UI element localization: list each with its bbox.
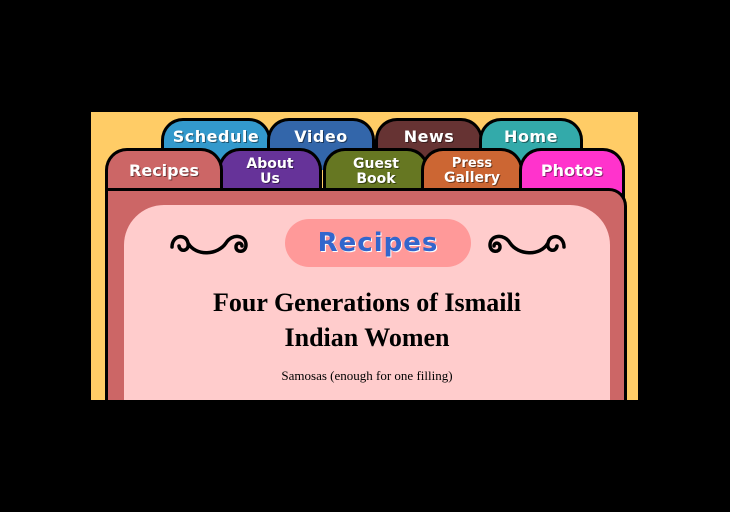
page-frame: Schedule Video News Home Recipes About U… <box>91 112 638 400</box>
recipe-card: Recipes Four Generations of Ismaili Indi… <box>105 188 627 400</box>
tab-home-label: Home <box>504 127 558 146</box>
tab-video-label: Video <box>294 127 348 146</box>
section-title: Recipes <box>317 228 439 258</box>
tab-photos-label: Photos <box>540 161 604 180</box>
section-title-banner: Recipes <box>285 219 471 267</box>
tab-news-label: News <box>403 127 455 146</box>
tab-guest-book-label-line1: Guest <box>353 156 399 172</box>
tab-about-us-label-line2: Us <box>260 171 280 187</box>
right-swirl-icon <box>488 234 566 255</box>
page-heading: Four Generations of Ismaili Indian Women <box>124 285 610 355</box>
tab-press-gallery-label-line1: Press <box>451 156 493 171</box>
tab-about-us-label-line1: About <box>246 156 294 172</box>
page-heading-line1: Four Generations of Ismaili <box>213 288 521 317</box>
page-heading-line2: Indian Women <box>284 323 450 352</box>
tab-press-gallery-label-line2: Gallery <box>443 170 501 186</box>
recipe-subtitle: Samosas (enough for one filling) <box>281 368 453 383</box>
card-content: Recipes Four Generations of Ismaili Indi… <box>124 205 610 400</box>
tab-guest-book-label-line2: Book <box>356 171 396 187</box>
left-swirl-icon <box>170 234 248 255</box>
tab-recipes-label: Recipes <box>129 161 199 180</box>
tab-schedule-label: Schedule <box>172 127 260 146</box>
